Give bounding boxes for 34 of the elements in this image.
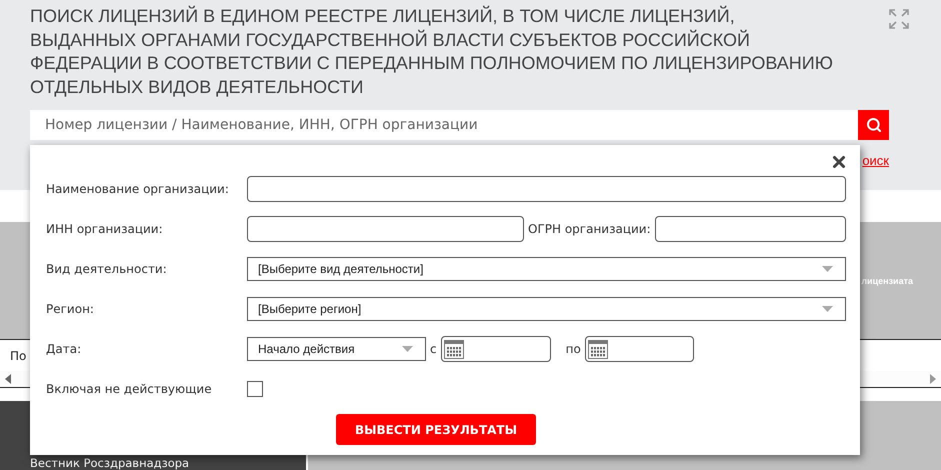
search-field[interactable]: Номер лицензии / Наименование, ИНН, ОГРН организации [30, 110, 858, 140]
field-label: Регион: [46, 302, 95, 316]
search-icon [866, 117, 882, 133]
field-label: Включая не действующие [46, 382, 213, 396]
close-button[interactable] [830, 153, 848, 171]
field-label: Вид деятельности: [46, 262, 168, 276]
footer-link[interactable]: Вестник Росздравнадзора [30, 456, 190, 470]
dropdown[interactable]: [Выберите регион] [247, 297, 846, 321]
date-field[interactable] [584, 336, 694, 362]
dropdown[interactable]: Начало действия [247, 337, 426, 361]
scroll-right-icon[interactable] [930, 374, 936, 384]
input-field[interactable] [247, 176, 846, 202]
to-label: по [566, 342, 581, 356]
field-label: Наименование организации: [46, 182, 230, 196]
dropdown[interactable]: [Выберите вид деятельности] [247, 257, 846, 281]
search-button[interactable] [858, 110, 889, 140]
calendar-icon[interactable] [588, 340, 608, 358]
column-header: лицензиата [861, 276, 913, 286]
submit-button[interactable]: ВЫВЕСТИ РЕЗУЛЬТАТЫ [336, 414, 536, 445]
results-info: По [10, 348, 26, 362]
input-field[interactable] [247, 216, 524, 242]
caret-icon [822, 266, 833, 272]
checkbox[interactable] [247, 381, 263, 397]
page-title: ПОИСК ЛИЦЕНЗИЙ В ЕДИНОМ РЕЕСТРЕ ЛИЦЕНЗИЙ, В ТОМ ЧИСЛЕ ЛИЦЕНЗИЙ, ВЫДАННЫХ ОРГАНАМИ ГОСУДАРСТВЕННОЙ ВЛАСТИ СУБЪЕКТОВ РОССИЙСКОЙ ФЕДЕРАЦИИ В СООТВЕТСТВИИ С ПЕРЕДАННЫМ ПОЛНОМОЧИЕМ ПО ЛИЦЕНЗИРОВАНИЮ ОТДЕЛЬНЫХ ВИДОВ ДЕЯТЕЛЬНОСТИ [30, 5, 834, 99]
caret-icon [402, 346, 413, 352]
field-label: Дата: [46, 342, 82, 356]
field-label: ОГРН организации: [528, 222, 651, 236]
from-label: с [430, 342, 437, 356]
caret-icon [822, 306, 833, 312]
date-field[interactable] [440, 336, 551, 362]
input-field[interactable] [654, 216, 846, 242]
scroll-left-icon[interactable] [5, 374, 11, 384]
calendar-icon[interactable] [444, 340, 464, 358]
field-label: ИНН организации: [46, 222, 164, 236]
